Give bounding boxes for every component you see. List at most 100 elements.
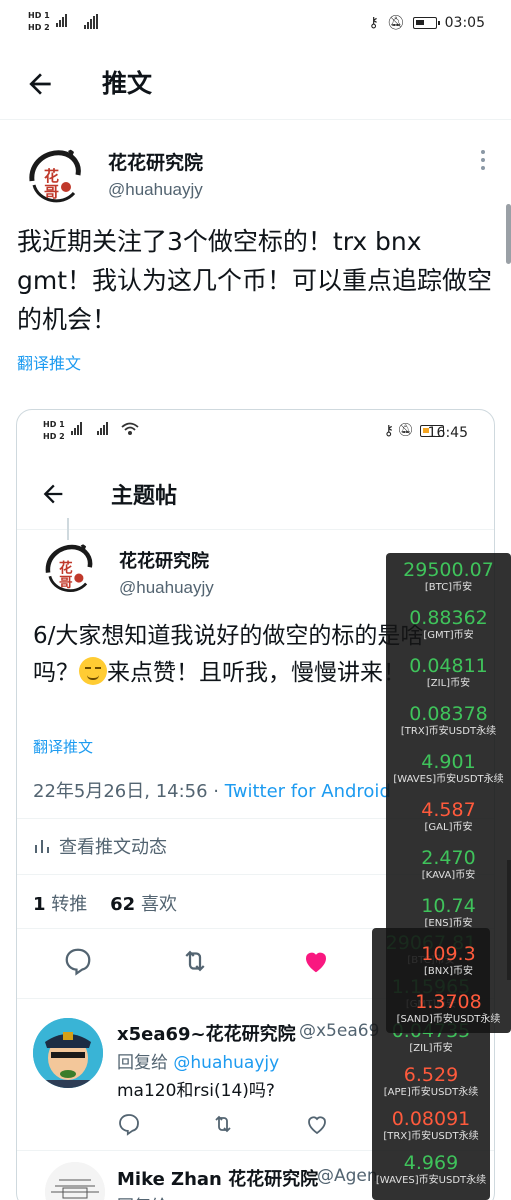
author-handle[interactable]: @huahuayjy — [108, 180, 203, 200]
ticker-row: 0.08091 [TRX]币安USDT永续 — [372, 1108, 490, 1144]
reply-to-handle[interactable]: @huahuayjy — [173, 1053, 279, 1073]
embedded-author-handle[interactable]: @huahuayjy — [119, 578, 214, 598]
sim1-label: HD 1 — [43, 420, 65, 429]
retweet-count[interactable]: 1 — [33, 894, 46, 915]
crypto-ticker-widget[interactable]: 29500.07 [BTC]币安 0.88362 [GMT]币安 0.04811 [ZIL… — [386, 553, 511, 1033]
embedded-status-time: 16:45 — [427, 425, 468, 441]
status-icons: ⚷ 🔕︎ 03:05 — [369, 15, 485, 31]
reply2-avatar[interactable] — [45, 1162, 105, 1200]
reply1-author-name[interactable]: x5ea69~花花研究院 — [117, 1020, 296, 1046]
calligraphy-logo-icon: 花 哥 — [40, 541, 96, 597]
view-activity-link[interactable]: 查看推文动态 — [33, 833, 167, 859]
sketch-avatar-icon — [45, 1162, 105, 1200]
activity-label: 查看推文动态 — [59, 837, 167, 858]
ticker-row: 0.04811 [ZIL]币安 — [386, 655, 511, 691]
reply-icon[interactable] — [117, 1112, 141, 1136]
author-name[interactable]: 花花研究院 — [108, 148, 203, 175]
reply2-reply-to: 回复给 — [117, 1192, 168, 1200]
ticker-row: 29500.07 [BTC]币安 — [386, 559, 511, 595]
ticker-price: 0.88362 — [409, 607, 488, 629]
analytics-icon — [35, 840, 49, 853]
signal-icon — [84, 14, 98, 29]
more-options-icon[interactable] — [480, 150, 486, 170]
svg-text:哥: 哥 — [44, 183, 59, 201]
status-bar: HD 1 HD 2 ⚷ 🔕︎ 03:05 — [0, 0, 511, 46]
ticker-row: 1.3708 [SAND]币安USDT永续 — [386, 991, 511, 1027]
like-icon[interactable] — [301, 946, 331, 976]
ticker-row: 6.529 [APE]币安USDT永续 — [372, 1064, 490, 1100]
calligraphy-logo-icon: 花 哥 — [24, 147, 84, 207]
ticker-price: 4.587 — [421, 799, 476, 821]
ticker-label: [TRX]币安USDT永续 — [400, 726, 497, 737]
reply2-author-handle[interactable]: @Agen — [317, 1166, 378, 1186]
key-icon: ⚷ — [368, 15, 379, 31]
ticker-label: [TRX]币安USDT永续 — [383, 1131, 479, 1142]
thread-line — [67, 518, 69, 540]
back-arrow-icon[interactable] — [39, 480, 67, 508]
signal-icon — [56, 14, 67, 27]
embedded-page-title: 主题帖 — [111, 484, 178, 509]
ticker-row: 0.08378 [TRX]币安USDT永续 — [386, 703, 511, 739]
page-title: 推文 — [102, 69, 153, 98]
ticker-row: 4.587 [GAL]币安 — [386, 799, 511, 835]
ticker-label: [GMT]币安 — [423, 630, 474, 641]
sim1-label: HD 1 — [28, 11, 50, 20]
smirk-emoji-icon — [79, 657, 107, 685]
ticker-label: [BTC]币安 — [424, 582, 473, 593]
ticker-price: 29500.07 — [403, 559, 494, 581]
key-icon: ⚷ — [383, 423, 394, 439]
signal-icon — [71, 422, 82, 435]
reply-to-prefix: 回复给 — [117, 1053, 174, 1073]
ticker-label: [ZIL]币安 — [426, 678, 471, 689]
ticker-row: 0.88362 [GMT]币安 — [386, 607, 511, 643]
reply-avatar[interactable] — [33, 1018, 103, 1088]
reply2-author-name[interactable]: Mike Zhan 花花研究院 — [117, 1165, 318, 1191]
author-avatar[interactable]: 花 哥 — [22, 145, 86, 209]
reply1-text: ma120和rsi(14)吗? — [117, 1081, 275, 1101]
ticker-row: 10.74 [ENS]币安 — [386, 895, 511, 931]
ticker-price: 10.74 — [421, 895, 476, 917]
back-arrow-icon[interactable] — [24, 68, 56, 100]
signal-icon — [97, 422, 108, 435]
author-avatar[interactable]: 花 哥 — [39, 540, 97, 598]
ticker-label: [APE]币安USDT永续 — [383, 1087, 479, 1098]
translate-link[interactable]: 翻译推文 — [17, 350, 81, 374]
embedded-author-name[interactable]: 花花研究院 — [119, 547, 209, 573]
sim-indicators: HD 1 HD 2 — [28, 11, 50, 33]
ticker-label: [SAND]币安USDT永续 — [396, 1014, 501, 1025]
tweet-stats: 1 转推 62 喜欢 — [33, 890, 177, 916]
cartoon-avatar-icon — [33, 1018, 103, 1088]
ticker-label: [WAVES]币安USDT永续 — [375, 1175, 487, 1186]
reply-icon[interactable] — [63, 946, 93, 976]
like-label[interactable]: 喜欢 — [141, 894, 177, 915]
ticker-price: 1.3708 — [415, 991, 482, 1013]
embedded-tweet-text: 6/大家想知道我说好的做空的标的是啥吗？ 来点赞！且听我，慢慢讲来！ — [33, 618, 433, 692]
svg-text:花: 花 — [59, 560, 73, 577]
ticker-price: 4.901 — [421, 751, 476, 773]
ticker-price: 2.470 — [421, 847, 476, 869]
retweet-icon[interactable] — [211, 1112, 235, 1136]
sim2-label: HD 2 — [43, 432, 65, 441]
reply1-author-handle[interactable]: @x5ea69 — [299, 1021, 379, 1041]
retweet-label[interactable]: 转推 — [51, 894, 87, 915]
ticker-row: 109.3 [BNX]币安 — [386, 943, 511, 979]
embedded-status-bar: HD 1 HD 2 ⚷ 🔕︎ 16:45 — [17, 410, 494, 454]
ticker-row: 2.470 [KAVA]币安 — [386, 847, 511, 883]
svg-text:哥: 哥 — [59, 575, 73, 591]
like-icon[interactable] — [305, 1112, 329, 1136]
like-count[interactable]: 62 — [110, 894, 135, 915]
tweet-text: 我近期关注了3个做空标的！trx bnx gmt！我认为这几个币！可以重点追踪做… — [17, 227, 493, 334]
retweet-icon[interactable] — [180, 946, 210, 976]
tweet-source[interactable]: Twitter for Android — [225, 781, 391, 802]
ticker-price: 0.04811 — [409, 655, 488, 677]
ticker-label: [ZIL]币安 — [409, 1043, 453, 1054]
ticker-row: 4.901 [WAVES]币安USDT永续 — [386, 751, 511, 787]
ticker-row: 4.969 [WAVES]币安USDT永续 — [372, 1152, 490, 1188]
ticker-label: [KAVA]币安 — [421, 870, 476, 881]
embedded-translate-link[interactable]: 翻译推文 — [33, 736, 93, 757]
ticker-price: 0.08378 — [409, 703, 488, 725]
ticker-label: [BNX]币安 — [424, 966, 473, 977]
ticker-label: [ENS]币安 — [424, 918, 473, 929]
embedded-header: 主题帖 — [17, 454, 494, 530]
scrollbar[interactable] — [506, 204, 511, 264]
